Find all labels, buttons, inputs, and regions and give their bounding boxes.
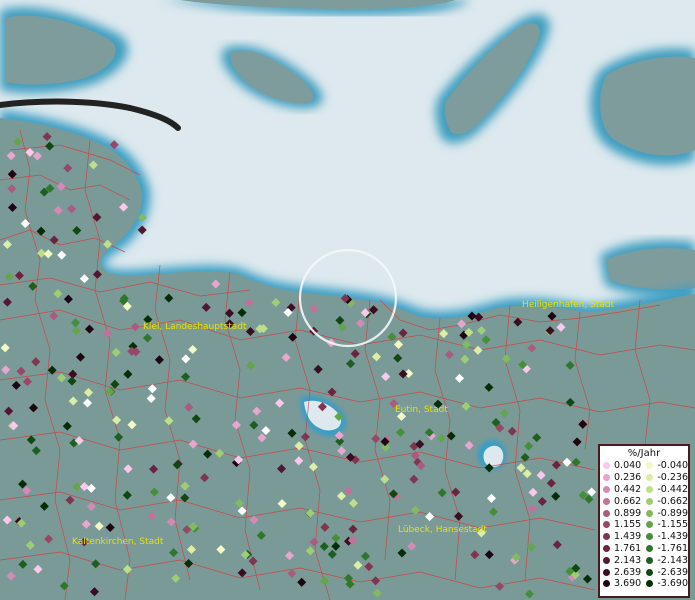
legend-label: 0.040: [614, 460, 642, 472]
legend-swatch: [646, 533, 654, 541]
legend-row: 3.690 -3.690: [600, 578, 688, 590]
legend-entry-positive: 1.439: [600, 531, 643, 542]
legend-title: %/Jahr: [627, 448, 661, 459]
legend-swatch: [646, 568, 654, 576]
legend-swatch: [646, 485, 654, 493]
legend-entry-negative: -1.439: [643, 531, 688, 542]
legend-label: -1.155: [657, 519, 688, 531]
legend-label: 0.899: [614, 507, 642, 519]
legend-entry-negative: -0.236: [643, 472, 688, 483]
legend-swatch: [646, 544, 654, 552]
legend-label: -0.662: [657, 495, 688, 507]
legend-swatch: [603, 568, 610, 576]
legend-label: -1.761: [657, 542, 688, 554]
legend-label: -0.040: [657, 460, 688, 472]
legend-entry-negative: -0.040: [643, 460, 688, 471]
legend-label: 1.155: [614, 519, 642, 531]
legend-label: 1.761: [614, 542, 642, 554]
city-label-kiel: Kiel, Landeshauptstadt: [143, 322, 247, 332]
legend-entry-negative: -0.662: [643, 496, 688, 507]
legend-entry-negative: -1.155: [643, 519, 688, 530]
legend-row: 1.155 -1.155: [600, 519, 688, 531]
legend-swatch: [603, 580, 610, 588]
city-label-eutin: Eutin, Stadt: [395, 405, 448, 415]
legend-swatch: [646, 580, 654, 588]
legend-row: 0.442 -0.442: [600, 484, 688, 496]
legend-label: 0.662: [614, 495, 642, 507]
legend-swatch: [603, 474, 610, 482]
legend-label: -0.899: [657, 507, 688, 519]
legend-label: -0.442: [657, 483, 688, 495]
legend-row: 0.040 -0.040: [600, 460, 688, 472]
map-view[interactable]: Kiel, Landeshauptstadt Heiligenhafen, St…: [0, 0, 695, 600]
legend-entry-negative: -0.899: [643, 508, 688, 519]
legend-entry-negative: -2.143: [643, 555, 688, 566]
legend-label: -1.439: [657, 531, 688, 543]
legend-row: 0.899 -0.899: [600, 507, 688, 519]
legend-entry-negative: -1.761: [643, 543, 688, 554]
legend-swatch: [603, 556, 610, 564]
legend-entry-negative: -0.442: [643, 484, 688, 495]
legend-entry-negative: -3.690: [643, 578, 688, 589]
legend-row: 2.639 -2.639: [600, 566, 688, 578]
legend-row: 2.143 -2.143: [600, 554, 688, 566]
legend-entry-positive: 1.155: [600, 519, 643, 530]
legend-swatch: [603, 533, 610, 541]
legend-swatch: [646, 556, 654, 564]
city-label-kaltenkirchen: Kaltenkirchen, Stadt: [72, 537, 164, 547]
legend-entry-positive: 3.690: [600, 578, 643, 589]
legend-label: -0.236: [657, 472, 688, 484]
legend-entry-positive: 1.761: [600, 543, 643, 554]
legend-entry-positive: 0.662: [600, 496, 643, 507]
legend-entry-positive: 0.236: [600, 472, 643, 483]
legend-entry-positive: 0.040: [600, 460, 643, 471]
legend-label: 1.439: [614, 531, 642, 543]
legend-row: 1.439 -1.439: [600, 531, 688, 543]
legend-swatch: [646, 521, 654, 529]
legend-swatch: [603, 497, 610, 505]
legend-swatch: [646, 509, 654, 517]
legend-swatch: [646, 497, 654, 505]
city-label-luebeck: Lübeck, Hansestadt: [398, 525, 487, 535]
legend-label: 2.639: [614, 566, 642, 578]
legend-row: 0.662 -0.662: [600, 495, 688, 507]
legend-entry-positive: 0.899: [600, 508, 643, 519]
legend-label: 0.442: [614, 483, 642, 495]
legend-swatch: [603, 521, 610, 529]
legend-entry-positive: 2.143: [600, 555, 643, 566]
legend-label: -2.143: [657, 554, 688, 566]
legend-rows: 0.040 -0.040 0.236 -0.236 0.442 -0.442 0.662 -0…: [600, 460, 688, 590]
legend-entry-positive: 2.639: [600, 567, 643, 578]
legend-swatch: [603, 509, 610, 517]
legend-entry-negative: -2.639: [643, 567, 688, 578]
legend-label: -2.639: [657, 566, 688, 578]
city-label-heiligenhafen: Heiligenhafen, Stadt: [522, 300, 615, 310]
legend-swatch: [603, 544, 610, 552]
legend-swatch: [603, 485, 610, 493]
legend-row: 0.236 -0.236: [600, 472, 688, 484]
legend-row: 1.761 -1.761: [600, 543, 688, 555]
legend-label: -3.690: [657, 578, 688, 590]
legend-label: 2.143: [614, 554, 642, 566]
legend-label: 3.690: [614, 578, 642, 590]
legend-swatch: [646, 462, 654, 470]
legend-swatch: [646, 474, 654, 482]
legend-swatch: [603, 462, 610, 470]
legend: %/Jahr 0.040 -0.040 0.236 -0.236 0.442 -0.442…: [598, 444, 690, 598]
legend-label: 0.236: [614, 472, 642, 484]
legend-entry-positive: 0.442: [600, 484, 643, 495]
